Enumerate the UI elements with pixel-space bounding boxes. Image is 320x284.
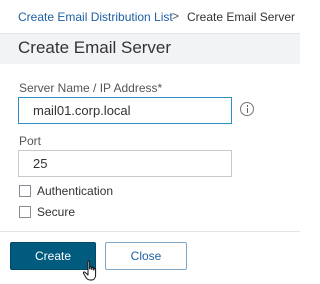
page-title: Create Email Server <box>18 38 172 57</box>
breadcrumb: Create Email Distribution List > Create … <box>0 0 300 34</box>
hand-pointer-cursor-icon <box>82 260 97 281</box>
breadcrumb-link-distribution-list[interactable]: Create Email Distribution List <box>18 10 173 24</box>
port-input[interactable] <box>18 150 232 177</box>
footer: Create Close <box>0 231 300 284</box>
authentication-label[interactable]: Authentication <box>37 184 113 198</box>
secure-label[interactable]: Secure <box>37 205 75 219</box>
close-button[interactable]: Close <box>105 242 187 270</box>
server-name-input[interactable] <box>18 97 232 124</box>
breadcrumb-current: Create Email Server <box>187 10 296 24</box>
port-label: Port <box>19 134 42 148</box>
breadcrumb-separator: > <box>172 9 180 23</box>
secure-checkbox[interactable] <box>19 206 31 218</box>
authentication-checkbox[interactable] <box>19 185 31 197</box>
info-icon[interactable] <box>240 102 254 116</box>
title-bar: Create Email Server <box>0 34 300 64</box>
server-name-label: Server Name / IP Address* <box>19 81 163 95</box>
